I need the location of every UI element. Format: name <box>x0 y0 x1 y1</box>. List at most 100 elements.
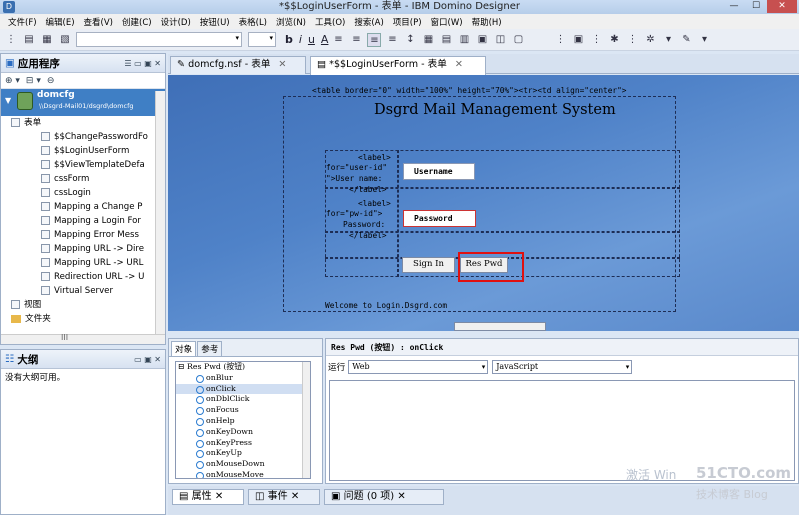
event-item[interactable]: onKeyPress <box>176 438 310 449</box>
object-root[interactable]: ⊟ Res Pwd (按钮) <box>176 362 310 373</box>
form-item[interactable]: Mapping a Change P <box>1 200 165 214</box>
merge-cells-icon[interactable]: ▣ <box>475 33 489 47</box>
cell-properties-icon[interactable]: ▢ <box>511 33 525 47</box>
event-item[interactable]: onKeyUp <box>176 448 310 459</box>
style-select[interactable]: ▾ <box>76 32 242 47</box>
menu-navigate[interactable]: 浏览(N) <box>276 16 306 28</box>
tree-folders[interactable]: 文件夹 <box>1 312 165 326</box>
design-icon[interactable]: ▧ <box>58 33 72 47</box>
event-item[interactable]: onHelp <box>176 416 310 427</box>
objects-tree[interactable]: ⊟ Res Pwd (按钮) onBlur onClick onDblClick… <box>175 361 311 479</box>
menu-button[interactable]: 按钮(U) <box>200 16 230 28</box>
minimize-button[interactable]: — <box>723 0 745 13</box>
bold-button[interactable]: b <box>285 33 293 46</box>
tab-close-icon[interactable]: ✕ <box>215 491 223 502</box>
run-target-select[interactable]: Web ▾ <box>348 360 489 374</box>
tab-domcfg-forms[interactable]: ✎ domcfg.nsf - 表单 ✕ <box>170 56 306 74</box>
tab-loginuserform[interactable]: ▤ *$$LoginUserForm - 表单 ✕ <box>310 56 486 75</box>
sign-in-button[interactable]: Sign In <box>402 257 455 273</box>
db-row-domcfg[interactable]: ▼ domcfg \\Dsgrd-Mail01/dsgrd\domcfg <box>1 89 165 116</box>
language-select[interactable]: JavaScript ▾ <box>492 360 633 374</box>
collapse-icon[interactable]: ⊖ <box>47 76 55 86</box>
tab-events[interactable]: ◫ 事件 ✕ <box>248 489 320 505</box>
maximize-button[interactable]: ☐ <box>745 0 767 13</box>
form-item[interactable]: Virtual Server <box>1 284 165 298</box>
save-icon[interactable]: ▣ <box>571 33 585 47</box>
event-item[interactable]: onDblClick <box>176 394 310 405</box>
align-center-icon[interactable]: ≡ <box>349 33 363 47</box>
tools-icon[interactable]: ✲ <box>643 33 657 47</box>
form-item[interactable]: cssForm <box>1 172 165 186</box>
apps-vertical-scrollbar[interactable] <box>155 91 165 335</box>
properties-icon[interactable]: ▦ <box>40 33 54 47</box>
form-item[interactable]: $$ViewTemplateDefa <box>1 158 165 172</box>
tab-close-icon[interactable]: ✕ <box>278 59 286 70</box>
tab-close-icon[interactable]: ✕ <box>397 491 405 502</box>
menu-project[interactable]: 项目(P) <box>393 16 422 28</box>
menu-help[interactable]: 帮助(H) <box>472 16 502 28</box>
menu-search[interactable]: 搜索(A) <box>354 16 383 28</box>
panel-controls[interactable]: ☰ ▭ ▣ ✕ <box>124 59 161 68</box>
scroll-thumb[interactable]: III <box>61 333 68 342</box>
username-field[interactable]: Username <box>403 163 475 180</box>
more-icon[interactable]: ▾ <box>697 33 711 47</box>
debug-icon[interactable]: ⋮ <box>625 33 639 47</box>
split-cells-icon[interactable]: ◫ <box>493 33 507 47</box>
align-right-icon[interactable]: ≡ <box>385 33 399 47</box>
tab-close-icon[interactable]: ✕ <box>291 491 299 502</box>
form-item[interactable]: Mapping Error Mess <box>1 228 165 242</box>
tab-close-icon[interactable]: ✕ <box>455 59 463 70</box>
event-item[interactable]: onMouseDown <box>176 459 310 470</box>
insert-row-icon[interactable]: ▤ <box>439 33 453 47</box>
spacing-icon[interactable]: ↕ <box>403 33 417 47</box>
underline-button[interactable]: u <box>308 33 315 46</box>
form-item[interactable]: Redirection URL -> U <box>1 270 165 284</box>
insert-column-icon[interactable]: ▥ <box>457 33 471 47</box>
menu-create[interactable]: 创建(C) <box>122 16 152 28</box>
tree-forms[interactable]: 表单 <box>1 116 165 130</box>
menu-window[interactable]: 窗口(W) <box>431 16 463 28</box>
tab-reference[interactable]: 参考 <box>197 341 223 356</box>
italic-button[interactable]: i <box>299 33 302 46</box>
align-left-icon[interactable]: ≡ <box>331 33 345 47</box>
text-color-button[interactable]: A <box>321 33 329 46</box>
event-item[interactable]: onBlur <box>176 373 310 384</box>
font-size-select[interactable]: ▾ <box>248 32 276 47</box>
tab-objects[interactable]: 对象 <box>171 341 197 356</box>
tab-problems[interactable]: ▣ 问题 (0 项) ✕ <box>324 489 444 505</box>
expand-icon[interactable]: ▼ <box>5 96 11 105</box>
close-button[interactable]: ✕ <box>767 0 797 13</box>
form-item[interactable]: cssLogin <box>1 186 165 200</box>
tree-views[interactable]: 视图 <box>1 298 165 312</box>
dropdown-icon[interactable]: ▾ <box>661 33 675 47</box>
form-item[interactable]: Mapping URL -> URL <box>1 256 165 270</box>
form-item[interactable]: $$LoginUserForm <box>1 144 165 158</box>
paragraph-icon[interactable]: ⋮ <box>553 33 567 47</box>
open-app-icon[interactable]: ⊕ ▾ <box>5 76 20 86</box>
table-icon[interactable]: ▦ <box>421 33 435 47</box>
align-full-icon[interactable]: ≡ <box>367 32 382 47</box>
form-item[interactable]: Mapping a Login For <box>1 214 165 228</box>
event-item[interactable]: onKeyDown <box>176 427 310 438</box>
menu-view[interactable]: 查看(V) <box>84 16 113 28</box>
menu-tools[interactable]: 工具(O) <box>315 16 345 28</box>
collapse-icon[interactable]: ⊟ <box>178 362 187 371</box>
menu-design[interactable]: 设计(D) <box>161 16 191 28</box>
outline-panel-controls[interactable]: ▭ ▣ ✕ <box>134 355 161 364</box>
web-preview-icon[interactable]: ✱ <box>607 33 621 47</box>
tab-properties[interactable]: ▤ 属性 ✕ <box>172 489 244 505</box>
menu-file[interactable]: 文件(F) <box>8 16 37 28</box>
preview-icon[interactable]: ⋮ <box>589 33 603 47</box>
form-item[interactable]: $$ChangePasswordFo <box>1 130 165 144</box>
filter-icon[interactable]: ⊟ ▾ <box>26 76 41 86</box>
menu-edit[interactable]: 编辑(E) <box>46 16 75 28</box>
event-item-selected[interactable]: onClick <box>176 383 310 395</box>
objects-scrollbar[interactable] <box>302 362 310 478</box>
form-canvas[interactable]: <table border="0" width="100%" height="7… <box>168 75 799 331</box>
menu-table[interactable]: 表格(L) <box>239 16 267 28</box>
password-field[interactable]: Password <box>403 210 476 227</box>
hidden-button[interactable] <box>454 322 546 331</box>
form-item[interactable]: Mapping URL -> Dire <box>1 242 165 256</box>
event-item[interactable]: onMouseMove <box>176 470 310 478</box>
apps-horizontal-scrollbar[interactable]: III <box>1 333 165 344</box>
